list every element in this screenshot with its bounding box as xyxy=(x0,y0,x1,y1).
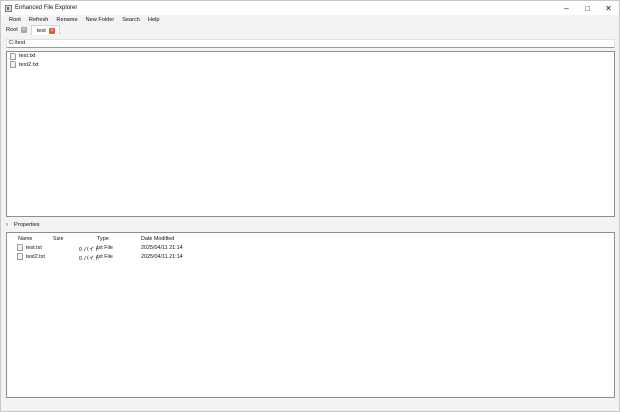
tab-close-icon[interactable]: × xyxy=(20,27,27,33)
tab-bar: Root × test × xyxy=(1,24,619,35)
table-header: Name Size Type Date Modified xyxy=(7,235,614,244)
tab-label: test xyxy=(36,27,46,34)
path-input[interactable]: C:/test xyxy=(6,39,615,48)
minimize-button[interactable]: – xyxy=(556,1,577,15)
column-header-date[interactable]: Date Modified xyxy=(141,236,174,242)
tab-root[interactable]: Root × xyxy=(1,25,31,35)
file-icon xyxy=(17,244,23,251)
app-icon xyxy=(5,4,12,12)
properties-toggle[interactable]: › Properties xyxy=(6,221,40,229)
file-list[interactable]: test.txt test2.txt xyxy=(6,51,615,217)
column-header-name[interactable]: Name xyxy=(18,236,32,242)
window-controls: – □ ✕ xyxy=(556,1,619,15)
maximize-button[interactable]: □ xyxy=(577,1,598,15)
tab-close-icon[interactable]: × xyxy=(48,27,55,34)
menu-root[interactable]: Root xyxy=(1,17,25,23)
minimize-icon: – xyxy=(564,3,569,13)
maximize-icon: □ xyxy=(585,3,590,13)
list-item[interactable]: test.txt xyxy=(7,52,614,61)
row-name-cell: test2.txt xyxy=(17,253,45,260)
menu-bar: Root Refresh Rename New Folder Search He… xyxy=(1,15,619,24)
tab-test[interactable]: test × xyxy=(30,25,60,35)
close-button[interactable]: ✕ xyxy=(598,1,619,15)
status-bar xyxy=(1,401,619,411)
properties-label: Properties xyxy=(14,222,40,228)
row-type: txt File xyxy=(97,245,113,251)
close-icon: ✕ xyxy=(605,3,612,13)
row-name: test.txt xyxy=(26,244,42,251)
menu-refresh[interactable]: Refresh xyxy=(25,17,53,23)
title-bar[interactable]: Enhanced File Explorer – □ ✕ xyxy=(1,1,619,15)
table-row[interactable]: test2.txt 0 バイト txt File 2025/04/11 21:1… xyxy=(7,253,614,262)
column-header-type[interactable]: Type xyxy=(97,236,109,242)
file-icon xyxy=(10,52,16,60)
menu-rename[interactable]: Rename xyxy=(52,17,81,23)
row-name-cell: test.txt xyxy=(17,244,42,251)
row-type: txt File xyxy=(97,254,113,260)
chevron-right-icon: › xyxy=(6,222,8,228)
table-row[interactable]: test.txt 0 バイト txt File 2025/04/11 21:14 xyxy=(7,244,614,253)
file-name: test.txt xyxy=(19,53,36,60)
menu-search[interactable]: Search xyxy=(118,17,144,23)
file-name: test2.txt xyxy=(19,61,39,68)
menu-new-folder[interactable]: New Folder xyxy=(82,17,119,23)
app-window: Enhanced File Explorer – □ ✕ Root Refres… xyxy=(0,0,620,412)
tab-label: Root xyxy=(6,27,18,33)
column-header-size[interactable]: Size xyxy=(53,236,64,242)
file-icon xyxy=(17,253,23,260)
menu-help[interactable]: Help xyxy=(144,17,164,23)
file-icon xyxy=(10,61,16,69)
properties-table[interactable]: Name Size Type Date Modified test.txt 0 … xyxy=(6,232,615,398)
row-date: 2025/04/11 21:14 xyxy=(141,245,183,251)
row-date: 2025/04/11 21:14 xyxy=(141,254,183,260)
row-name: test2.txt xyxy=(26,253,45,260)
list-item[interactable]: test2.txt xyxy=(7,61,614,70)
window-title: Enhanced File Explorer xyxy=(15,5,78,11)
